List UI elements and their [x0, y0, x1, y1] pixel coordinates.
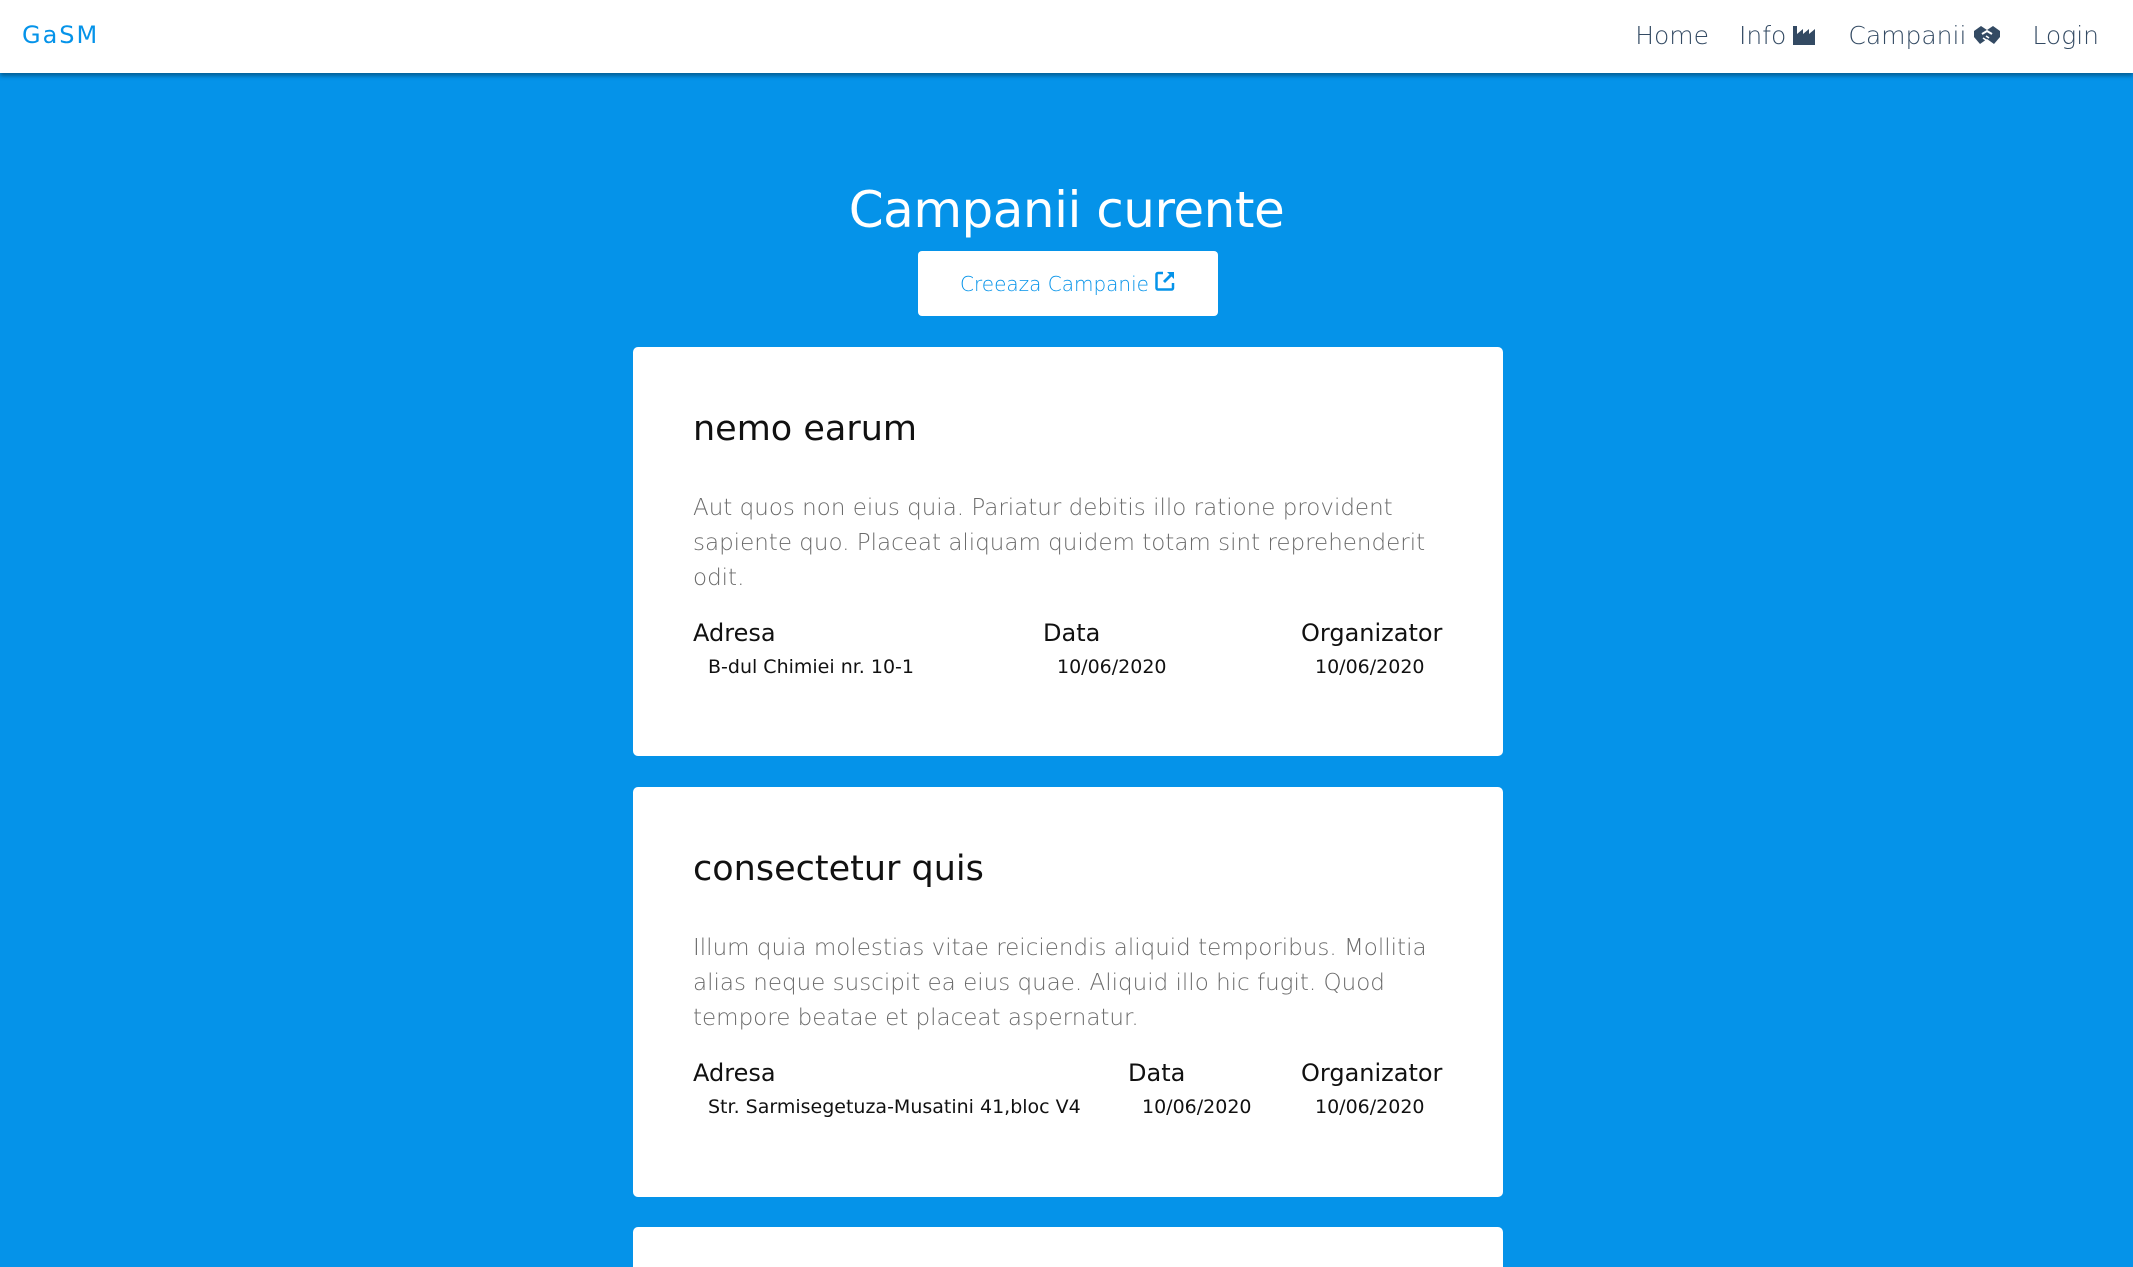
address-label: Adresa [693, 1059, 776, 1087]
date-value: 10/06/2020 [1057, 656, 1167, 678]
nav-links: Home Info Campanii Login [1635, 0, 2099, 70]
industry-icon [1792, 24, 1818, 46]
nav-link-info[interactable]: Info [1739, 21, 1818, 50]
campaign-description: Illum quia molestias vitae reiciendis al… [693, 935, 1427, 1031]
external-link-icon [1154, 270, 1176, 297]
organizer-label: Organizator [1301, 1059, 1443, 1087]
top-navbar: GaSM Home Info Campanii Login [0, 0, 2133, 73]
campaign-card[interactable] [633, 1227, 1503, 1267]
nav-link-label: Login [2032, 20, 2099, 50]
address-value: B-dul Chimiei nr. 10-1 [708, 656, 915, 678]
address-label: Adresa [693, 619, 776, 647]
address-value: Str. Sarmisegetuza-Musatini 41,bloc V4 [708, 1096, 1081, 1118]
page-title: Campanii curente [848, 181, 1285, 239]
campaign-card[interactable]: nemo earum Aut quos non eius quia. Paria… [633, 347, 1503, 756]
nav-link-home[interactable]: Home [1635, 21, 1709, 50]
create-campaign-label: Creeaza Campanie [960, 271, 1149, 296]
organizer-value: 10/06/2020 [1315, 1096, 1425, 1118]
date-label: Data [1128, 1059, 1186, 1087]
campaign-title: consectetur quis [693, 849, 984, 889]
nav-link-label: Campanii [1848, 20, 1967, 50]
organizer-value: 10/06/2020 [1315, 656, 1425, 678]
nav-link-campanii[interactable]: Campanii [1848, 21, 2002, 50]
date-value: 10/06/2020 [1142, 1096, 1252, 1118]
nav-link-label: Home [1635, 20, 1710, 50]
campaign-card[interactable]: consectetur quis Illum quia molestias vi… [633, 787, 1503, 1197]
nav-link-login[interactable]: Login [2032, 21, 2099, 50]
date-label: Data [1043, 619, 1101, 647]
campaign-description: Aut quos non eius quia. Pariatur debitis… [693, 495, 1426, 591]
main-content: Campanii curente Creeaza Campanie nemo e… [0, 73, 2133, 1267]
campaign-title: nemo earum [693, 409, 917, 449]
create-campaign-button[interactable]: Creeaza Campanie [918, 251, 1218, 316]
handshake-icon [1972, 23, 2002, 47]
brand-logo[interactable]: GaSM [22, 0, 99, 70]
nav-link-label: Info [1739, 20, 1787, 50]
organizer-label: Organizator [1301, 619, 1443, 647]
